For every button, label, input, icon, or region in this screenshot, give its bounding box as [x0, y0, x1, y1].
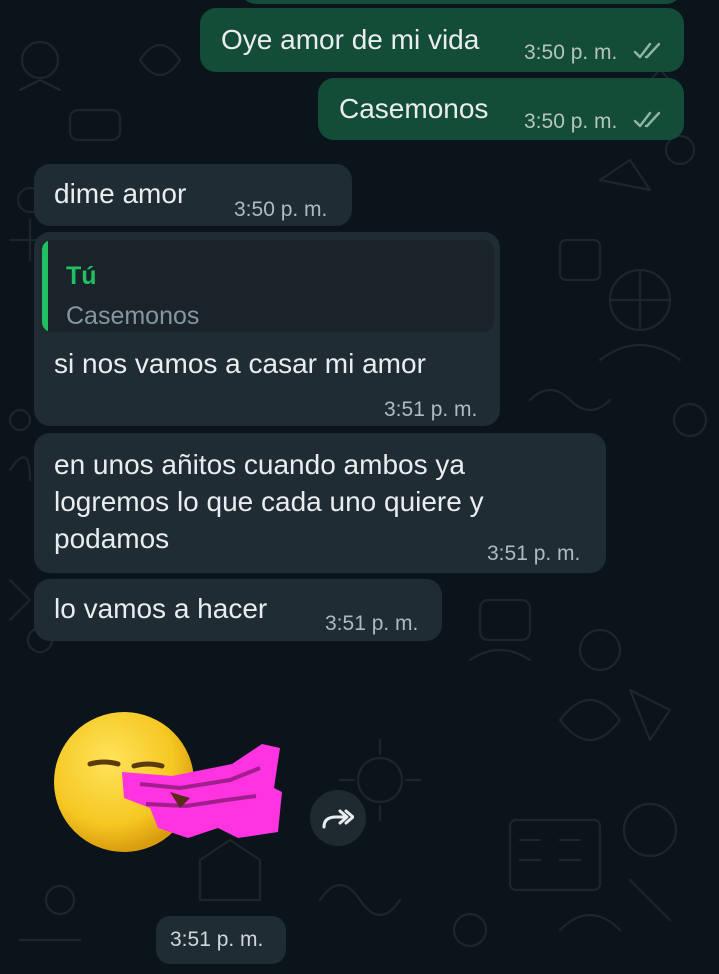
double-check-icon [633, 42, 661, 59]
message-time: 3:51 p. m. [487, 542, 581, 565]
message-text-line: logremos lo que cada uno quiere y [54, 486, 484, 517]
message-time: 3:51 p. m. [384, 398, 478, 421]
message-text: si nos vamos a casar mi amor [54, 348, 426, 379]
message-time: 3:51 p. m. [325, 612, 419, 635]
chat-thread: Oye amor de mi vida 3:50 p. m. Casemonos… [0, 0, 719, 974]
outgoing-message[interactable]: Casemonos 3:50 p. m. [318, 78, 684, 140]
message-text-line: podamos [54, 523, 170, 554]
message-time: 3:50 p. m. [234, 198, 328, 221]
message-time: 3:51 p. m. [170, 928, 264, 951]
forward-button[interactable] [310, 790, 366, 846]
quote-accent-bar [42, 240, 48, 332]
forward-icon [322, 809, 354, 829]
yawning-face-kiss-sticker[interactable] [50, 700, 290, 860]
message-text-line: en unos añitos cuando ambos ya [54, 449, 465, 480]
incoming-message[interactable]: dime amor 3:50 p. m. [34, 164, 352, 226]
outgoing-message[interactable]: Oye amor de mi vida 3:50 p. m. [200, 8, 684, 72]
previous-message-bubble[interactable] [240, 0, 682, 4]
quoted-author: Tú [66, 262, 97, 290]
message-time: 3:50 p. m. [524, 41, 618, 64]
incoming-message[interactable]: lo vamos a hacer 3:51 p. m. [34, 579, 442, 641]
incoming-message[interactable]: en unos añitos cuando ambos ya logremos … [34, 433, 606, 573]
message-text: Casemonos [339, 93, 489, 124]
sticker-time-badge: 3:51 p. m. [156, 916, 286, 964]
message-text: lo vamos a hacer [54, 593, 268, 624]
message-text: dime amor [54, 178, 187, 209]
double-check-icon [633, 111, 661, 128]
quoted-text: Casemonos [66, 302, 200, 330]
quoted-message[interactable]: Tú Casemonos [42, 240, 494, 332]
message-text: Oye amor de mi vida [221, 24, 480, 55]
message-time: 3:50 p. m. [524, 110, 618, 133]
incoming-reply-message[interactable]: Tú Casemonos si nos vamos a casar mi amo… [34, 232, 500, 426]
